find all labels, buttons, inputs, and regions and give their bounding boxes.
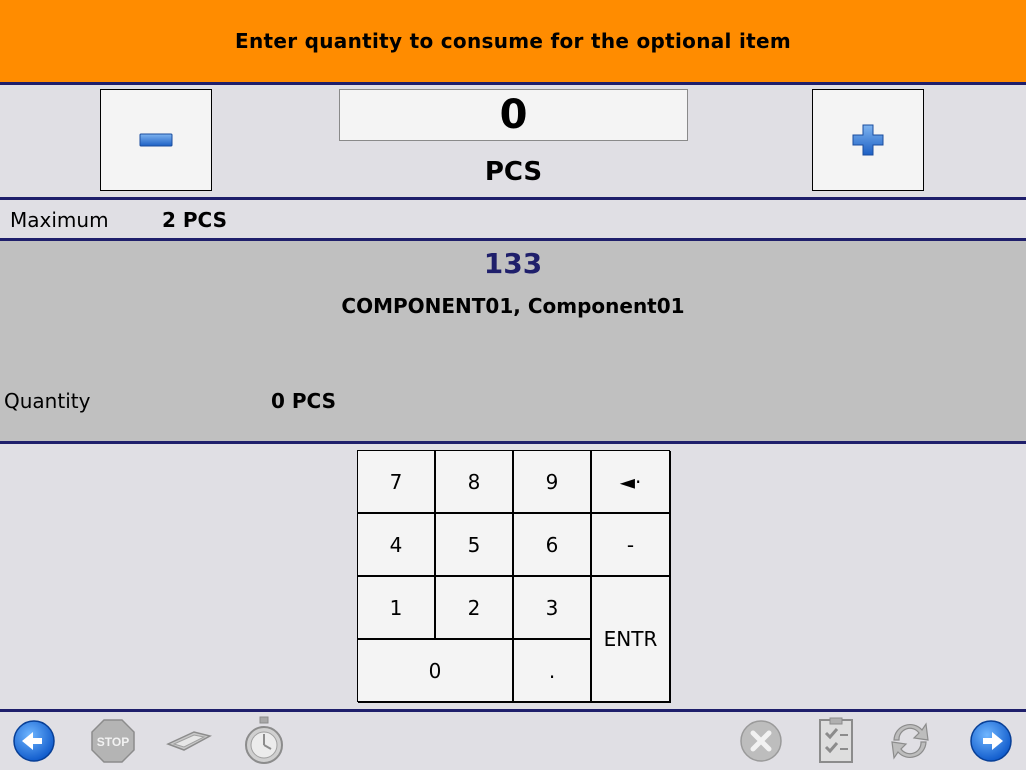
- stopwatch-icon: [245, 716, 283, 764]
- cancel-icon: [740, 720, 782, 762]
- key-5[interactable]: 5: [436, 514, 514, 577]
- increment-button[interactable]: [812, 89, 924, 191]
- bottom-toolbar: STOP: [0, 712, 1026, 770]
- stop-text: STOP: [97, 735, 129, 749]
- quantity-value: 0 PCS: [271, 389, 336, 413]
- quantity-label: Quantity: [4, 389, 91, 413]
- maximum-row: Maximum 2 PCS: [0, 200, 1026, 238]
- cancel-button[interactable]: [737, 716, 785, 766]
- scanner-icon: [166, 731, 212, 751]
- back-button[interactable]: [10, 716, 58, 766]
- quantity-stepper: 0 PCS: [0, 85, 1026, 197]
- refresh-button[interactable]: [886, 716, 934, 766]
- key-dot[interactable]: .: [514, 640, 592, 703]
- page-title: Enter quantity to consume for the option…: [0, 0, 1026, 85]
- key-enter[interactable]: ENTR: [592, 577, 671, 703]
- key-3[interactable]: 3: [514, 577, 592, 640]
- scanner-button[interactable]: [164, 716, 212, 766]
- checklist-icon: [819, 717, 853, 763]
- minus-icon: [139, 133, 173, 147]
- key-backspace[interactable]: ◄·: [592, 451, 671, 514]
- item-number: 133: [483, 247, 543, 280]
- maximum-value: 2 PCS: [162, 208, 227, 232]
- divider: [0, 441, 1026, 444]
- key-minus[interactable]: -: [592, 514, 671, 577]
- numeric-keypad: 7 8 9 ◄· 4 5 6 - 1 2 3 ENTR 0 .: [357, 450, 671, 703]
- key-7[interactable]: 7: [358, 451, 436, 514]
- key-2[interactable]: 2: [436, 577, 514, 640]
- refresh-icon: [891, 722, 929, 760]
- forward-button[interactable]: [967, 716, 1015, 766]
- stop-button[interactable]: STOP: [89, 716, 137, 766]
- forward-icon: [970, 720, 1012, 762]
- plus-icon: [852, 124, 884, 156]
- item-name: COMPONENT01, Component01: [341, 294, 685, 318]
- stop-icon: STOP: [91, 719, 135, 763]
- key-8[interactable]: 8: [436, 451, 514, 514]
- key-9[interactable]: 9: [514, 451, 592, 514]
- stopwatch-button[interactable]: [240, 716, 288, 766]
- key-1[interactable]: 1: [358, 577, 436, 640]
- key-0[interactable]: 0: [358, 640, 514, 703]
- item-info-panel: 133 COMPONENT01, Component01 Quantity 0 …: [0, 241, 1026, 441]
- quantity-unit: PCS: [484, 157, 543, 187]
- key-4[interactable]: 4: [358, 514, 436, 577]
- key-6[interactable]: 6: [514, 514, 592, 577]
- back-icon: [13, 720, 55, 762]
- maximum-label: Maximum: [10, 208, 109, 232]
- quantity-input[interactable]: 0: [339, 89, 688, 141]
- checklist-button[interactable]: [812, 716, 860, 766]
- decrement-button[interactable]: [100, 89, 212, 191]
